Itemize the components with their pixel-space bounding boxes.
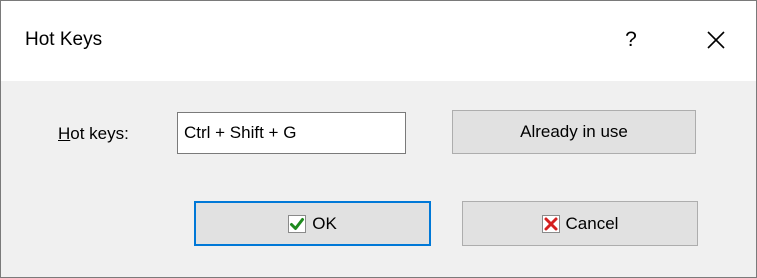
x-mark-icon <box>541 214 560 233</box>
cancel-button[interactable]: Cancel <box>462 201 698 246</box>
hotkeys-label-text: ot keys: <box>70 124 129 143</box>
already-in-use-button[interactable]: Already in use <box>452 110 696 154</box>
close-icon <box>707 31 725 49</box>
help-button[interactable]: ? <box>606 15 656 65</box>
cancel-label: Cancel <box>565 213 619 233</box>
hotkeys-input[interactable] <box>177 112 406 154</box>
close-button[interactable] <box>689 15 743 65</box>
ok-label: OK <box>312 213 337 233</box>
ok-button[interactable]: OK <box>194 201 431 246</box>
hotkeys-label: Hot keys: <box>58 124 129 144</box>
checkmark-icon <box>288 214 307 233</box>
help-icon: ? <box>625 28 637 51</box>
hotkeys-label-mnemonic: H <box>58 124 71 143</box>
hot-keys-dialog: Hot Keys ? Hot keys: Already in use OK <box>0 0 757 278</box>
already-in-use-label: Already in use <box>520 122 628 141</box>
dialog-title: Hot Keys <box>25 29 103 50</box>
title-bar: Hot Keys ? <box>1 1 756 81</box>
